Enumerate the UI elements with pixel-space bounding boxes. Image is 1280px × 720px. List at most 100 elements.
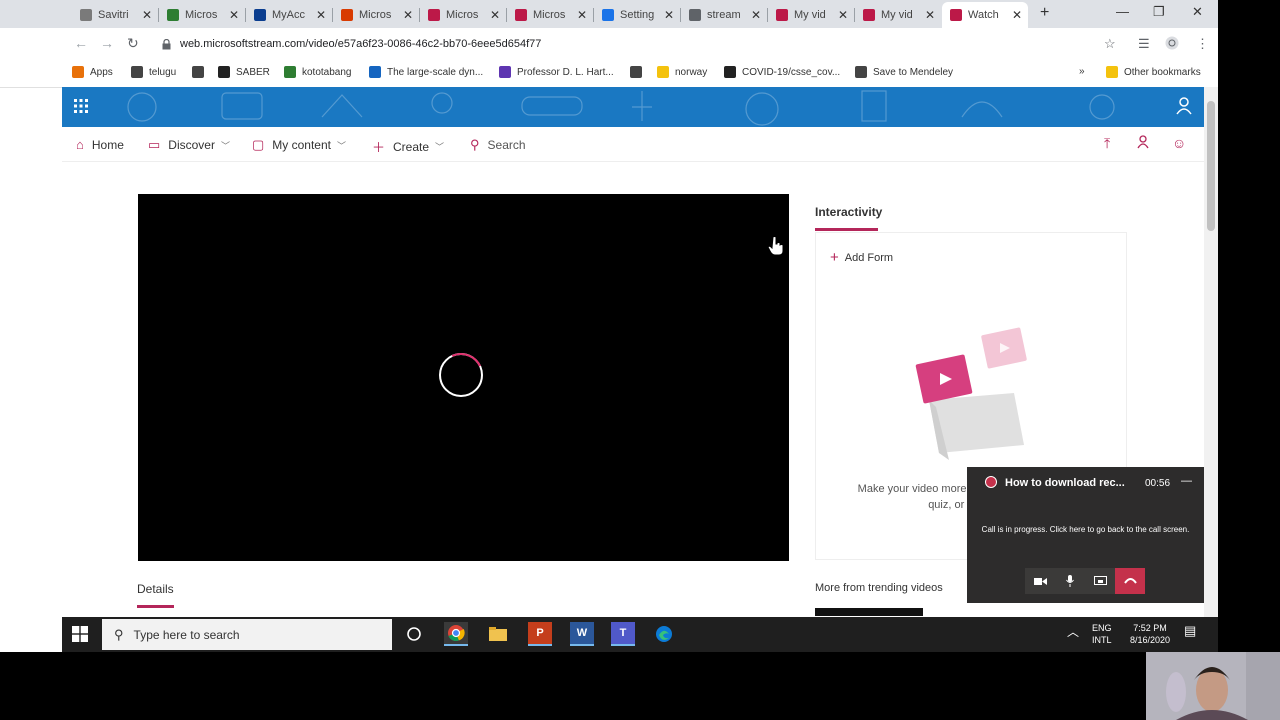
close-tab-icon[interactable]: ✕ xyxy=(140,8,154,22)
bookmark-label: Professor D. L. Hart... xyxy=(517,66,614,78)
close-tab-icon[interactable]: ✕ xyxy=(314,8,328,22)
back-icon[interactable]: ← xyxy=(74,35,88,51)
bookmark-item[interactable] xyxy=(630,66,648,78)
upload-icon[interactable]: ⤒ xyxy=(1104,135,1110,152)
cortana-icon[interactable] xyxy=(402,622,426,646)
bookmark-item[interactable]: COVID-19/csse_cov... xyxy=(724,66,840,78)
bookmark-label: COVID-19/csse_cov... xyxy=(742,66,841,78)
windows-start-icon[interactable] xyxy=(72,626,88,647)
browser-tab[interactable]: Watch ✕ xyxy=(942,2,1028,28)
account-icon[interactable] xyxy=(1176,97,1192,120)
user-settings-icon[interactable] xyxy=(1137,135,1151,152)
nav-create[interactable]: ＋ Create ﹀ xyxy=(372,137,444,156)
system-clock[interactable]: 7:52 PM 8/16/2020 xyxy=(1130,622,1170,646)
call-message[interactable]: Call is in progress. Click here to go ba… xyxy=(977,525,1194,534)
loading-spinner-arc xyxy=(432,346,490,404)
page-scrollbar[interactable] xyxy=(1204,87,1218,617)
teams-call-widget[interactable]: How to download rec... 00:56 — Call is i… xyxy=(967,467,1204,603)
close-tab-icon[interactable]: ✕ xyxy=(1010,8,1024,22)
hang-up-button[interactable] xyxy=(1115,568,1145,594)
search-icon: ⚲ xyxy=(114,626,124,642)
tab-title: Setting xyxy=(620,9,655,21)
close-tab-icon[interactable]: ✕ xyxy=(662,8,676,22)
feedback-smiley-icon[interactable]: ☺ xyxy=(1172,135,1186,151)
close-tab-icon[interactable]: ✕ xyxy=(923,8,937,22)
bookmark-item[interactable]: SABER xyxy=(218,66,270,78)
other-bookmarks[interactable]: Other bookmarks xyxy=(1106,66,1201,78)
tab-strip: + — ❐ ✕ Savitri ✕ Micros ✕ MyAcc ✕ Micros ✕ Micr… xyxy=(0,0,1218,28)
close-tab-icon[interactable]: ✕ xyxy=(836,8,850,22)
header-pattern xyxy=(127,90,1115,126)
bookmark-item[interactable]: Apps xyxy=(72,66,113,78)
star-icon[interactable]: ☆ xyxy=(1104,36,1116,52)
browser-tab[interactable]: Savitri ✕ xyxy=(72,4,158,26)
browser-tab[interactable]: Setting ✕ xyxy=(594,4,680,26)
browser-tab[interactable]: Micros ✕ xyxy=(507,4,593,26)
video-player[interactable] xyxy=(138,194,789,561)
webcam-overlay xyxy=(1146,652,1280,720)
add-form-button[interactable]: + Add Form xyxy=(830,249,893,266)
home-icon: ⌂ xyxy=(76,137,84,152)
trending-video-thumbnail[interactable] xyxy=(815,608,923,616)
close-window-button[interactable]: ✕ xyxy=(1192,4,1203,20)
bookmark-item[interactable]: norway xyxy=(657,66,707,78)
bookmark-label: kototabang xyxy=(302,66,352,78)
close-tab-icon[interactable]: ✕ xyxy=(488,8,502,22)
edge-icon[interactable] xyxy=(652,622,676,646)
profile-avatar-icon[interactable] xyxy=(1165,36,1179,53)
nav-home[interactable]: ⌂ Home xyxy=(76,137,124,152)
taskbar-search-box[interactable]: ⚲ Type here to search xyxy=(102,619,392,650)
browser-tab[interactable]: stream ✕ xyxy=(681,4,767,26)
file-explorer-icon[interactable] xyxy=(486,622,510,646)
bookmark-item[interactable]: telugu xyxy=(131,66,176,78)
bookmark-item[interactable]: The large-scale dyn... xyxy=(369,66,483,78)
new-tab-button[interactable]: + xyxy=(1040,4,1049,22)
bookmark-label: The large-scale dyn... xyxy=(387,66,484,78)
bookmark-item[interactable] xyxy=(192,66,210,78)
more-bookmarks-chevron-icon[interactable]: » xyxy=(1079,66,1085,77)
nav-my-content[interactable]: ▢ My content ﹀ xyxy=(252,137,346,153)
minimize-call-button[interactable]: — xyxy=(1181,475,1192,487)
browser-tab[interactable]: Micros ✕ xyxy=(420,4,506,26)
bookmarks-bar: » Other bookmarks Apps telugu SABER kototab… xyxy=(0,61,1218,88)
hang-up-icon xyxy=(1123,578,1137,584)
word-icon[interactable]: W xyxy=(570,622,594,646)
minimize-button[interactable]: — xyxy=(1116,4,1129,19)
tab-details[interactable]: Details xyxy=(137,582,174,596)
notification-center-icon[interactable]: ▤ xyxy=(1184,624,1196,637)
browser-tab[interactable]: Micros ✕ xyxy=(333,4,419,26)
nav-search[interactable]: ⚲ Search xyxy=(470,137,526,153)
scrollbar-thumb[interactable] xyxy=(1207,101,1215,231)
browser-tab[interactable]: Micros ✕ xyxy=(159,4,245,26)
tray-chevron-up-icon[interactable]: ︿ xyxy=(1067,626,1079,638)
browser-tab[interactable]: MyAcc ✕ xyxy=(246,4,332,26)
powerpoint-icon[interactable]: P xyxy=(528,622,552,646)
nav-discover[interactable]: ▭ Discover ﹀ xyxy=(148,137,230,153)
share-screen-button[interactable] xyxy=(1085,568,1115,594)
browser-tab[interactable]: My vid ✕ xyxy=(855,4,941,26)
microphone-button[interactable] xyxy=(1055,568,1085,594)
address-bar[interactable]: web.microsoftstream.com/video/e57a6f23-0… xyxy=(152,32,1120,56)
close-tab-icon[interactable]: ✕ xyxy=(749,8,763,22)
language-indicator[interactable]: ENG INTL xyxy=(1092,622,1112,646)
chrome-icon[interactable] xyxy=(444,622,468,646)
reading-list-icon[interactable]: ☰ xyxy=(1138,36,1150,52)
bookmark-item[interactable]: Professor D. L. Hart... xyxy=(499,66,614,78)
reload-icon[interactable]: ↻ xyxy=(127,35,139,52)
hand-cursor-icon xyxy=(768,236,784,256)
share-screen-icon xyxy=(1093,576,1107,585)
close-tab-icon[interactable]: ✕ xyxy=(227,8,241,22)
tab-interactivity[interactable]: Interactivity xyxy=(815,205,882,219)
bookmark-item[interactable]: kototabang xyxy=(284,66,352,78)
tab-title: My vid xyxy=(881,9,913,21)
browser-tab[interactable]: My vid ✕ xyxy=(768,4,854,26)
app-launcher-icon[interactable] xyxy=(74,99,88,118)
teams-icon[interactable]: T xyxy=(611,622,635,646)
close-tab-icon[interactable]: ✕ xyxy=(401,8,415,22)
bookmark-item[interactable]: Save to Mendeley xyxy=(855,66,953,78)
forward-icon[interactable]: → xyxy=(100,35,114,51)
menu-kebab-icon[interactable]: ⋮ xyxy=(1196,36,1209,52)
close-tab-icon[interactable]: ✕ xyxy=(575,8,589,22)
restore-button[interactable]: ❐ xyxy=(1153,4,1165,20)
camera-button[interactable] xyxy=(1025,568,1055,594)
